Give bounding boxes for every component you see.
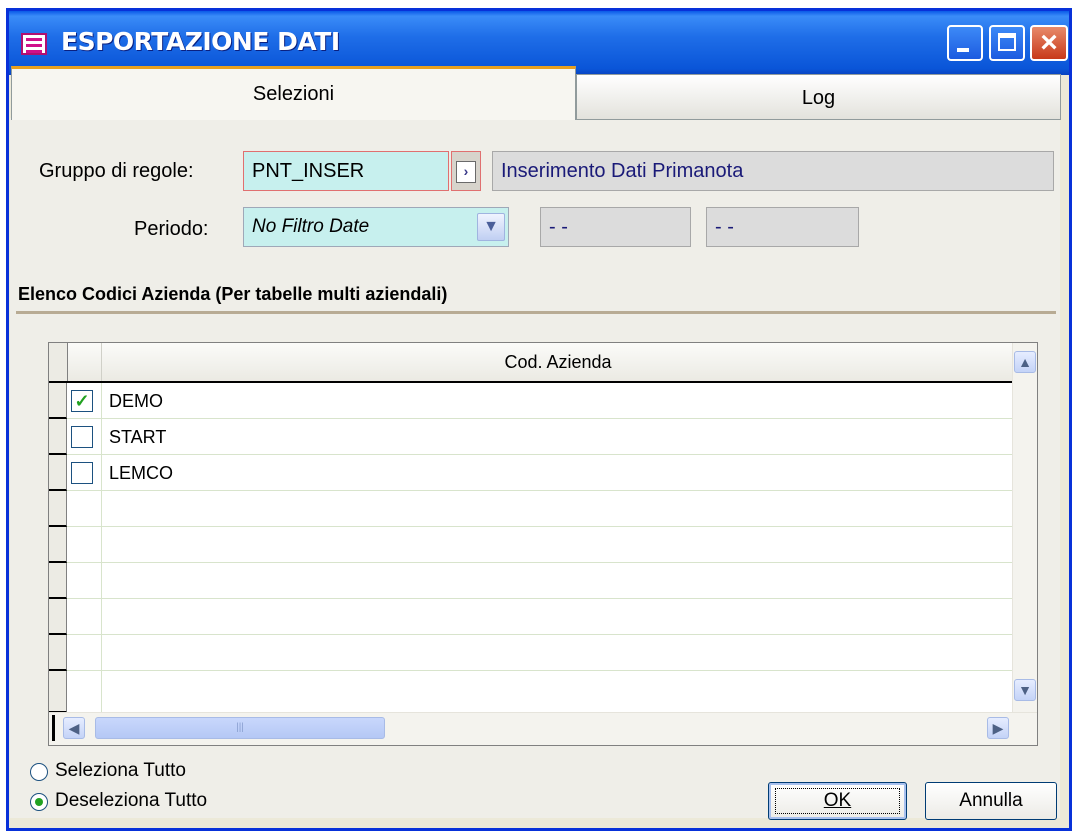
empty-row [49, 527, 1013, 563]
window-title: ESPORTAZIONE DATI [61, 27, 340, 56]
tab-label: Log [801, 87, 836, 109]
scroll-thumb[interactable]: ||| [95, 717, 385, 739]
minimize-icon [957, 48, 969, 52]
table-row[interactable]: START [49, 419, 1013, 455]
close-icon: × [1040, 26, 1058, 59]
empty-row [49, 599, 1013, 635]
cell-code: LEMCO [109, 463, 174, 483]
row-checkbox[interactable] [71, 426, 93, 448]
scroll-left-icon[interactable]: ◀ [63, 717, 85, 739]
cancel-label: Annulla [959, 790, 1023, 811]
empty-row [49, 563, 1013, 599]
company-grid: Cod. Azienda ✓ DEMO START LEMCO ▲ ▼ ◀ ||… [48, 342, 1038, 746]
cell-code: DEMO [109, 391, 163, 411]
maximize-icon [998, 33, 1016, 51]
chevron-down-icon[interactable]: ▼ [477, 213, 505, 241]
column-header-cod-azienda[interactable]: Cod. Azienda [101, 343, 1014, 381]
row-selector[interactable] [49, 419, 67, 455]
grid-header: Cod. Azienda [49, 343, 1013, 383]
deselect-all-label[interactable]: Deseleziona Tutto [55, 790, 207, 812]
divider [16, 311, 1056, 314]
row-selector[interactable] [49, 455, 67, 491]
date-to-field: - - [706, 207, 859, 247]
current-row-marker [52, 715, 55, 741]
tab-log[interactable]: Log [576, 74, 1061, 120]
scroll-down-icon[interactable]: ▼ [1014, 679, 1036, 701]
row-checkbox[interactable] [71, 462, 93, 484]
tab-label: Selezioni [252, 83, 335, 105]
periodo-value: No Filtro Date [252, 216, 370, 237]
periodo-label: Periodo: [134, 218, 209, 240]
tab-selezioni[interactable]: Selezioni [11, 66, 576, 120]
row-selector-header [49, 343, 68, 381]
empty-row [49, 491, 1013, 527]
row-checkbox[interactable]: ✓ [71, 390, 93, 412]
scroll-up-icon[interactable]: ▲ [1014, 351, 1036, 373]
gruppo-lookup-button[interactable]: › [451, 151, 481, 191]
horizontal-scrollbar[interactable]: ◀ ||| ▶ [49, 712, 1037, 745]
arrow-right-icon: › [456, 161, 476, 183]
minimize-button[interactable] [947, 25, 983, 61]
cell-code: START [109, 427, 167, 447]
maximize-button[interactable] [989, 25, 1025, 61]
section-title: Elenco Codici Azienda (Per tabelle multi… [18, 284, 448, 304]
table-row[interactable]: ✓ DEMO [49, 383, 1013, 419]
deselect-all-radio[interactable] [30, 793, 48, 811]
empty-row [49, 635, 1013, 671]
row-selector[interactable] [49, 383, 67, 419]
select-all-radio[interactable] [30, 763, 48, 781]
vertical-scrollbar[interactable]: ▲ ▼ [1012, 343, 1037, 713]
scroll-right-icon[interactable]: ▶ [987, 717, 1009, 739]
gruppo-label: Gruppo di regole: [39, 160, 194, 182]
gruppo-description-field: Inserimento Dati Primanota [492, 151, 1054, 191]
empty-row [49, 671, 1013, 713]
table-row[interactable]: LEMCO [49, 455, 1013, 491]
select-all-label[interactable]: Seleziona Tutto [55, 760, 186, 782]
periodo-select[interactable]: No Filtro Date ▼ [243, 207, 509, 247]
close-button[interactable]: × [1030, 25, 1068, 61]
gruppo-code-field[interactable]: PNT_INSER [243, 151, 449, 191]
ok-button[interactable]: OK [768, 782, 907, 820]
cancel-button[interactable]: Annulla [925, 782, 1057, 820]
date-from-field: - - [540, 207, 691, 247]
app-icon [21, 33, 47, 55]
